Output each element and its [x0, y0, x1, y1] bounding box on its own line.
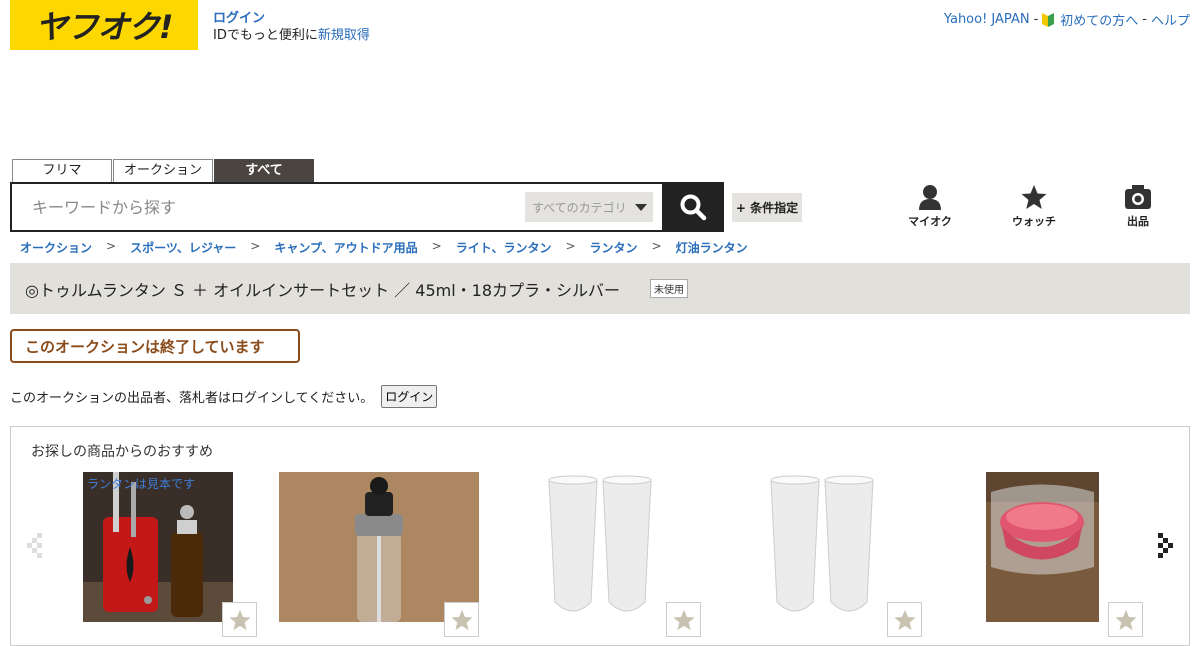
item-photo-caption: ランタンは見本です [87, 477, 196, 491]
watch-star-button[interactable] [222, 602, 257, 637]
search-bar: すべてのカテゴリ [10, 182, 724, 232]
breadcrumb-separator: > [250, 239, 261, 253]
star-icon [228, 609, 251, 630]
breadcrumb-separator: > [106, 239, 117, 253]
watch-list-button[interactable]: ウォッチ [1004, 184, 1064, 229]
condition-filter-button[interactable]: + 条件指定 [732, 193, 802, 222]
watch-star-button[interactable] [666, 602, 701, 637]
recommendations-title: お探しの商品からのおすすめ [31, 444, 213, 460]
search-tabs: フリマ オークション すべて [12, 159, 314, 182]
breadcrumb-item[interactable]: ライト、ランタン [456, 239, 552, 256]
item-title-band: ◎トゥルムランタン Ｓ ＋ オイルインサートセット ／ 45ml・18カプラ・シ… [10, 263, 1190, 314]
breadcrumb-item[interactable]: ランタン [590, 239, 638, 256]
search-button[interactable] [662, 182, 724, 232]
top-links: Yahoo! JAPAN - 初めての方へ - ヘルプ [944, 10, 1190, 29]
my-auction-label: マイオク [908, 215, 952, 228]
breadcrumb-item[interactable]: スポーツ、レジャー [130, 239, 236, 256]
logo-text: ヤフオク! [35, 8, 174, 46]
breadcrumb: オークション > スポーツ、レジャー > キャンプ、アウトドア用品 > ライト、… [20, 239, 748, 256]
carousel-prev-button[interactable] [25, 531, 45, 565]
separator: - [1033, 12, 1039, 27]
separator: - [1142, 12, 1147, 27]
notice-login-button[interactable]: ログイン [381, 385, 438, 408]
tab-all[interactable]: すべて [214, 159, 314, 182]
chevron-down-icon [634, 203, 647, 211]
id-promo-text: IDでもっと便利に [213, 28, 318, 43]
recommended-item[interactable] [279, 472, 479, 622]
recommendations-panel: お探しの商品からのおすすめ ランタンは見本です [10, 426, 1190, 646]
category-select-label: すべてのカテゴリ [532, 200, 627, 215]
breadcrumb-separator: > [565, 239, 576, 253]
item-photo[interactable]: ランタンは見本です [83, 472, 233, 622]
carousel-next-button[interactable] [1155, 531, 1175, 565]
category-select[interactable]: すべてのカテゴリ [525, 192, 653, 222]
watch-list-label: ウォッチ [1012, 215, 1056, 228]
sell-label: 出品 [1127, 215, 1149, 228]
recommended-item[interactable] [986, 472, 1099, 622]
page-title: ◎トゥルムランタン Ｓ ＋ オイルインサートセット ／ 45ml・18カプラ・シ… [25, 280, 621, 300]
breadcrumb-separator: > [651, 239, 662, 253]
recommended-item[interactable]: ランタンは見本です [83, 472, 233, 622]
item-photo[interactable] [763, 472, 883, 622]
star-icon [1114, 609, 1137, 630]
beginner-mark-icon [1042, 12, 1055, 27]
person-icon [919, 185, 941, 210]
item-photo[interactable] [986, 472, 1099, 622]
chevron-left-icon [27, 533, 42, 558]
auction-ended-banner: このオークションは終了しています [10, 329, 300, 363]
tab-auction[interactable]: オークション [113, 159, 213, 182]
condition-badge: 未使用 [650, 279, 689, 298]
sell-button[interactable]: 出品 [1108, 184, 1168, 229]
my-auction-button[interactable]: マイオク [900, 184, 960, 229]
login-box: ログイン IDでもっと便利に新規取得 [213, 10, 370, 44]
breadcrumb-separator: > [431, 239, 442, 253]
breadcrumb-item[interactable]: 灯油ランタン [676, 239, 748, 256]
search-icon [680, 194, 707, 221]
beginners-link[interactable]: 初めての方へ [1060, 10, 1138, 29]
login-notice-text: このオークションの出品者、落札者はログインしてください。 [10, 391, 374, 406]
login-link[interactable]: ログイン [213, 10, 370, 27]
star-icon [893, 609, 916, 630]
register-link[interactable]: 新規取得 [318, 28, 370, 43]
item-photo[interactable] [541, 472, 661, 622]
login-notice: このオークションの出品者、落札者はログインしてください。 ログイン [10, 385, 438, 408]
chevron-right-icon [1158, 533, 1173, 558]
yahoo-japan-link[interactable]: Yahoo! JAPAN [944, 12, 1030, 27]
watch-star-button[interactable] [444, 602, 479, 637]
recommended-item[interactable] [763, 472, 883, 622]
star-icon [672, 609, 695, 630]
yahoo-auction-logo[interactable]: ヤフオク! [10, 0, 198, 50]
breadcrumb-item[interactable]: オークション [20, 239, 92, 256]
tab-flea-market[interactable]: フリマ [12, 159, 112, 182]
star-icon [450, 609, 473, 630]
help-link[interactable]: ヘルプ [1151, 10, 1190, 29]
item-photo[interactable] [279, 472, 479, 622]
breadcrumb-item[interactable]: キャンプ、アウトドア用品 [274, 239, 417, 256]
auction-ended-label: このオークションは終了しています [25, 337, 265, 356]
recommended-item[interactable] [541, 472, 661, 622]
watch-star-button[interactable] [1108, 602, 1143, 637]
camera-icon [1125, 185, 1151, 209]
star-icon [1021, 185, 1047, 209]
watch-star-button[interactable] [887, 602, 922, 637]
